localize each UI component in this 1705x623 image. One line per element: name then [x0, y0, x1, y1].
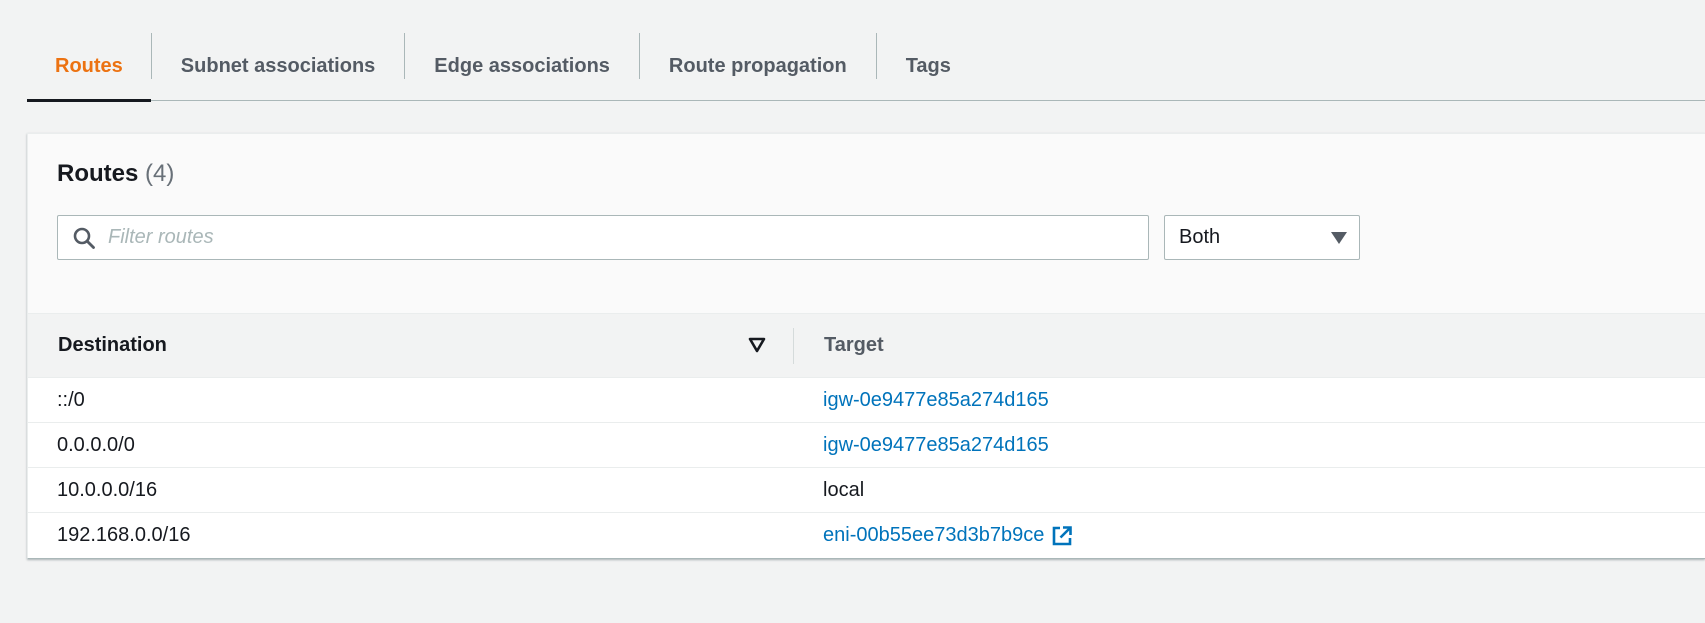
- target-cell: local: [823, 479, 864, 502]
- target-link[interactable]: igw-0e9477e85a274d165: [823, 389, 1049, 412]
- destination-cell: ::/0: [57, 389, 85, 411]
- tab-subnet-associations[interactable]: Subnet associations: [152, 33, 405, 100]
- route-count: (4): [145, 160, 175, 187]
- tab-label: Subnet associations: [180, 55, 376, 77]
- destination-cell: 192.168.0.0/16: [57, 524, 191, 546]
- caret-down-icon: [1331, 231, 1347, 244]
- column-header-destination[interactable]: Destination: [58, 334, 167, 357]
- tab-label: Tags: [905, 55, 951, 77]
- target-link[interactable]: igw-0e9477e85a274d165: [823, 434, 1049, 457]
- sort-descending-icon[interactable]: [748, 337, 766, 353]
- tab-label: Routes: [55, 55, 123, 77]
- external-link-icon[interactable]: [1051, 525, 1073, 547]
- tab-bar: Routes Subnet associations Edge associat…: [27, 33, 1705, 102]
- destination-cell: 0.0.0.0/0: [57, 434, 135, 456]
- table-header: Destination Target: [28, 313, 1705, 378]
- filter-routes-input[interactable]: [108, 226, 1068, 249]
- search-icon: [73, 227, 95, 249]
- tab-label: Route propagation: [668, 55, 847, 77]
- routes-panel: Routes (4) Both Destination Target ::/0 …: [27, 133, 1705, 559]
- tab-edge-associations[interactable]: Edge associations: [405, 33, 639, 100]
- tab-tags[interactable]: Tags: [877, 33, 980, 100]
- tab-routes[interactable]: Routes: [27, 33, 151, 102]
- ip-version-select[interactable]: Both: [1164, 215, 1360, 260]
- table-row: 192.168.0.0/16 eni-00b55ee73d3b7b9ce: [28, 513, 1705, 558]
- ip-version-select-value: Both: [1179, 226, 1221, 248]
- table-row: 0.0.0.0/0 igw-0e9477e85a274d165: [28, 423, 1705, 468]
- tab-label: Edge associations: [434, 55, 610, 77]
- target-cell: igw-0e9477e85a274d165: [823, 434, 1049, 457]
- destination-cell: 10.0.0.0/16: [57, 479, 158, 501]
- table-row: ::/0 igw-0e9477e85a274d165: [28, 378, 1705, 423]
- routes-table: Destination Target ::/0 igw-0e9477e85a27…: [28, 313, 1705, 558]
- column-header-target: Target: [824, 334, 884, 356]
- target-cell: igw-0e9477e85a274d165: [823, 389, 1049, 412]
- table-row: 10.0.0.0/16 local: [28, 468, 1705, 513]
- target-cell: eni-00b55ee73d3b7b9ce: [823, 524, 1073, 547]
- panel-title: Routes (4): [57, 160, 174, 188]
- tab-route-propagation[interactable]: Route propagation: [640, 33, 876, 100]
- panel-title-text: Routes: [57, 160, 139, 187]
- target-link[interactable]: eni-00b55ee73d3b7b9ce: [823, 524, 1044, 547]
- column-divider[interactable]: [793, 328, 794, 364]
- target-text: local: [823, 479, 865, 501]
- filter-routes-field[interactable]: [57, 215, 1149, 260]
